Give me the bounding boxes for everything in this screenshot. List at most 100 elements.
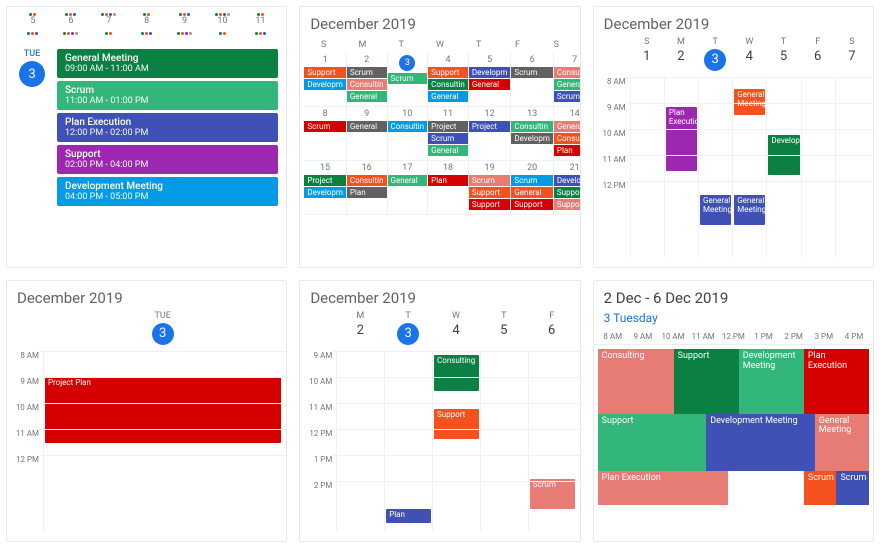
month-event-chip[interactable]: General (469, 79, 511, 90)
timeline-event-box[interactable]: Support (598, 414, 707, 471)
week-column[interactable]: Plan (384, 351, 432, 531)
day-body[interactable]: 8 AM9 AM10 AM11 AM12 PM Project Plan (7, 351, 286, 531)
timeline-event-box[interactable]: Consulting (598, 349, 674, 414)
month-event-chip[interactable]: Plan (554, 145, 581, 156)
month-event-chip[interactable]: Project (428, 121, 468, 132)
week-event-block[interactable]: Scrum (530, 479, 575, 509)
mini-day-cell[interactable]: 10 (205, 11, 241, 28)
timeline-event-box[interactable]: Development Meeting (739, 349, 804, 414)
month-day-cell[interactable]: 1SupportDevelopm (304, 53, 347, 107)
week-event-block[interactable]: General Meeting (734, 89, 765, 115)
week-column[interactable] (801, 77, 835, 257)
timeline-event-box[interactable]: Plan Execution (598, 471, 728, 505)
month-event-chip[interactable]: Developm (511, 133, 553, 144)
month-event-chip[interactable]: General (428, 91, 468, 102)
month-day-cell[interactable]: 12Project (469, 107, 512, 161)
mini-day-cell[interactable]: 6 (53, 11, 89, 28)
timeline-event-box[interactable]: Development Meeting (706, 414, 815, 471)
month-event-chip[interactable]: Support (428, 67, 468, 78)
month-event-chip[interactable]: Project (304, 175, 346, 186)
week-column[interactable]: General MeetingGeneral Meeting (732, 77, 766, 257)
month-day-cell[interactable]: 17General (388, 161, 429, 215)
workweek-body[interactable]: 9 AM10 AM11 AM12 PM1 PM2 PM PlanConsulti… (300, 351, 579, 531)
month-day-cell[interactable]: 16ConsultinPlan (347, 161, 388, 215)
month-event-chip[interactable]: General (347, 121, 387, 132)
week-day-header[interactable]: F6 (801, 37, 835, 73)
month-event-chip[interactable]: General (388, 175, 428, 186)
agenda-event[interactable]: General Meeting09:00 AM - 11:00 AM (57, 49, 278, 78)
week-event-block[interactable]: General Meeting (700, 195, 731, 225)
month-day-cell[interactable]: 4SupportConsultinGeneral (428, 53, 469, 107)
week-day-header[interactable]: F6 (528, 311, 576, 347)
mini-day-cell[interactable]: 5 (15, 11, 51, 28)
timeline-event-box[interactable]: General Meeting (815, 414, 869, 471)
mini-day-cell[interactable]: 8 (129, 11, 165, 28)
week-day-header[interactable]: W4 (432, 311, 480, 347)
month-event-chip[interactable]: Consultin (554, 133, 581, 144)
week-body[interactable]: 8 AM9 AM10 AM11 AM12 PM Plan ExecutionGe… (594, 77, 873, 257)
month-day-cell[interactable]: 20ScrumGeneralSupport (511, 161, 554, 215)
month-day-cell[interactable]: 14GeneralConsultinPlan (554, 107, 581, 161)
selected-day[interactable]: TUE 3 (15, 49, 49, 209)
month-day-cell[interactable]: 6Scrum (511, 53, 554, 107)
month-event-chip[interactable]: Support (304, 67, 346, 78)
mini-day-cell[interactable] (53, 30, 89, 37)
month-event-chip[interactable]: Scrum (304, 121, 346, 132)
month-day-cell[interactable]: 18Plan (428, 161, 469, 215)
timeline-event-box[interactable]: Scrum (804, 471, 837, 505)
week-event-block[interactable]: Plan Execution (666, 107, 697, 171)
month-event-chip[interactable]: Scrum (554, 91, 581, 102)
week-column[interactable] (480, 351, 528, 531)
month-day-cell[interactable]: 2ScrumConsultinGeneral (347, 53, 388, 107)
mini-day-cell[interactable]: 7 (91, 11, 127, 28)
month-day-cell[interactable]: 15ProjectDevelopm (304, 161, 347, 215)
week-day-header[interactable]: T3 (384, 311, 432, 347)
mini-calendar[interactable]: 5 6 7 8 9 10 11 (7, 7, 286, 41)
week-day-header[interactable]: S1 (630, 37, 664, 73)
timeline-event-box[interactable]: Plan Execution (804, 349, 869, 414)
month-day-cell[interactable]: 11ProjectScrumGeneral (428, 107, 469, 161)
mini-day-cell[interactable] (15, 30, 51, 37)
month-event-chip[interactable]: Scrum (347, 67, 387, 78)
week-column[interactable]: Consulting Support (432, 351, 480, 531)
agenda-event[interactable]: Plan Execution12:00 PM - 02:00 PM (57, 113, 278, 142)
week-event-block[interactable]: Consulting (434, 355, 479, 391)
timeline-event-box[interactable]: Scrum (836, 471, 869, 505)
month-event-chip[interactable]: Consultin (347, 79, 387, 90)
week-day-header[interactable]: M2 (664, 37, 698, 73)
timeline-body[interactable]: ConsultingSupportDevelopment MeetingPlan… (598, 349, 869, 539)
week-event-block[interactable]: Plan (386, 509, 431, 523)
month-event-chip[interactable]: Developm (554, 175, 581, 186)
week-event-block[interactable]: Support (434, 409, 479, 439)
month-event-chip[interactable]: General (428, 145, 468, 156)
month-day-cell[interactable]: 9General (347, 107, 388, 161)
week-day-header[interactable]: T3 (698, 37, 732, 73)
day-header-col[interactable]: TUE 3 (43, 311, 282, 347)
timeline-event-box[interactable]: Support (674, 349, 739, 414)
agenda-event[interactable]: Support02:00 PM - 04:00 PM (57, 145, 278, 174)
mini-day-cell[interactable] (205, 30, 241, 37)
mini-day-cell[interactable] (242, 30, 278, 37)
week-column[interactable] (336, 351, 384, 531)
month-grid[interactable]: 1SupportDevelopm 2ScrumConsultinGeneral … (300, 53, 579, 215)
week-day-header[interactable]: T5 (766, 37, 800, 73)
month-event-chip[interactable]: Plan (428, 175, 468, 186)
month-event-chip[interactable]: Developm (304, 79, 346, 90)
week-column[interactable]: Scrum (528, 351, 576, 531)
month-event-chip[interactable]: General (554, 121, 581, 132)
month-day-cell[interactable]: 21DevelopmSupportSupport (554, 161, 581, 215)
month-event-chip[interactable]: Scrum (511, 67, 553, 78)
month-day-cell[interactable]: 10Consultin (388, 107, 429, 161)
mini-day-cell[interactable] (129, 30, 165, 37)
month-event-chip[interactable]: Support (469, 187, 511, 198)
month-event-chip[interactable]: Project (469, 121, 511, 132)
mini-day-cell[interactable]: 9 (167, 11, 203, 28)
mini-day-cell[interactable] (167, 30, 203, 37)
month-event-chip[interactable]: Developm (304, 187, 346, 198)
month-event-chip[interactable]: Consultin (347, 175, 387, 186)
month-day-cell[interactable]: 3Scrum (388, 53, 429, 107)
month-event-chip[interactable]: Scrum (388, 73, 428, 84)
month-event-chip[interactable]: Support (554, 199, 581, 210)
mini-day-cell[interactable] (91, 30, 127, 37)
month-event-chip[interactable]: Consultin (388, 121, 428, 132)
